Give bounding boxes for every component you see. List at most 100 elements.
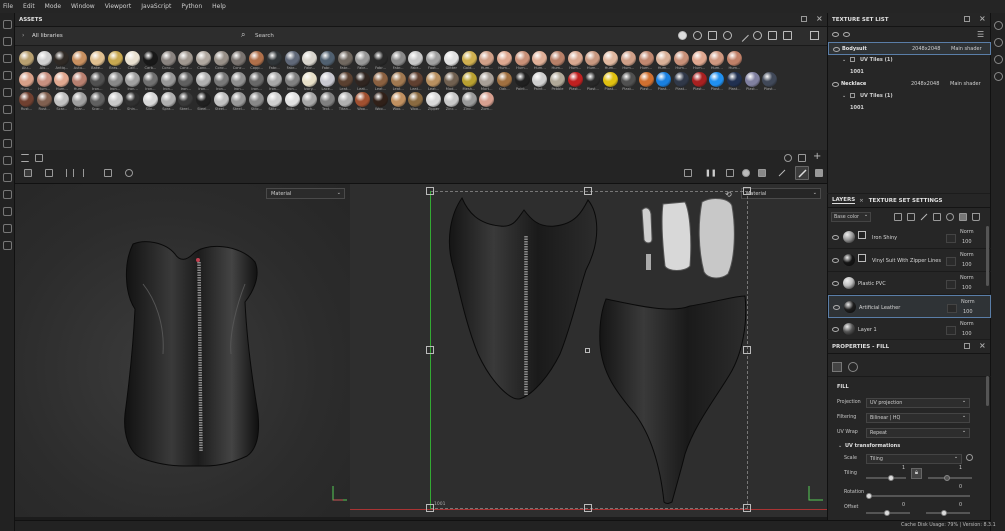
panel-toggle-icon[interactable] [35, 154, 43, 162]
asset-thumbnail[interactable] [727, 51, 742, 66]
eye-icon[interactable] [833, 47, 840, 52]
asset-thumbnail[interactable] [532, 51, 548, 66]
asset-thumbnail[interactable] [443, 51, 459, 66]
asset-thumbnail[interactable] [319, 71, 335, 87]
asset-thumbnail[interactable] [426, 51, 442, 66]
tiling-slider-knob[interactable] [888, 475, 894, 481]
asset-thumbnail[interactable] [231, 92, 247, 107]
asset-thumbnail[interactable] [249, 71, 265, 87]
layer-opacity[interactable]: 100 [962, 331, 972, 337]
asset-thumbnail[interactable] [284, 51, 300, 66]
polygon-fill-icon[interactable] [3, 139, 12, 148]
asset-thumbnail[interactable] [213, 71, 229, 87]
asset-thumbnail[interactable] [89, 51, 105, 66]
eraser-icon[interactable] [3, 37, 12, 46]
filter-textures-icon[interactable] [708, 31, 717, 40]
paint-brush-icon[interactable] [3, 20, 12, 29]
projection-icon[interactable] [3, 54, 12, 63]
layer-opacity[interactable]: 100 [962, 239, 972, 245]
mask-icon[interactable] [858, 254, 866, 262]
asset-thumbnail[interactable] [585, 71, 601, 87]
fill-layer-tab-icon[interactable] [848, 362, 858, 372]
camera-settings-icon[interactable] [815, 169, 823, 177]
asset-thumbnail[interactable] [196, 92, 211, 107]
asset-thumbnail[interactable] [355, 71, 371, 87]
grid-icon[interactable] [24, 169, 32, 177]
menu-item[interactable]: Help [212, 3, 226, 10]
library-selector[interactable]: All libraries [32, 33, 63, 39]
fill-material-tab-icon[interactable] [832, 362, 842, 372]
asset-thumbnail[interactable] [426, 92, 442, 107]
layer-item[interactable]: Plastic PVC Norm 100 [828, 272, 991, 295]
3d-viewport[interactable]: Material ⌄ [15, 184, 350, 517]
asset-thumbnail[interactable] [107, 71, 123, 87]
clone-icon[interactable] [3, 105, 12, 114]
asset-thumbnail[interactable] [603, 51, 619, 66]
asset-thumbnail[interactable] [691, 71, 707, 87]
asset-thumbnail[interactable] [355, 51, 371, 66]
delete-icon[interactable] [972, 213, 980, 221]
asset-thumbnail[interactable] [355, 92, 371, 107]
asset-thumbnail[interactable] [107, 51, 123, 66]
asset-thumbnail[interactable] [302, 92, 318, 107]
menu-item[interactable]: Viewport [105, 3, 132, 10]
menu-item[interactable]: JavaScript [141, 3, 171, 10]
grid-view-icon[interactable] [810, 31, 819, 40]
asset-thumbnail[interactable] [673, 71, 689, 87]
asset-thumbnail[interactable] [496, 71, 512, 87]
asset-thumbnail[interactable] [125, 51, 141, 66]
asset-thumbnail[interactable] [302, 71, 318, 87]
shelf-icon[interactable] [3, 173, 12, 182]
layer-mask-slot[interactable] [947, 304, 957, 313]
offset-slider-knob-2[interactable] [941, 510, 947, 516]
layer-opacity[interactable]: 100 [963, 309, 973, 315]
asset-thumbnail[interactable] [36, 71, 52, 87]
asset-thumbnail[interactable] [673, 51, 689, 66]
asset-thumbnail[interactable] [266, 92, 282, 107]
asset-thumbnail[interactable] [709, 51, 725, 66]
asset-thumbnail[interactable] [160, 51, 176, 66]
frame-icon[interactable] [104, 169, 112, 177]
undock-icon[interactable] [964, 343, 970, 349]
info-icon[interactable] [966, 454, 973, 461]
export-icon[interactable] [3, 190, 12, 199]
asset-thumbnail[interactable] [36, 51, 52, 66]
asset-thumbnail[interactable] [72, 71, 88, 87]
symmetry-icon[interactable] [66, 169, 74, 177]
asset-thumbnail[interactable] [196, 51, 211, 66]
texture-set-list-icon[interactable] [994, 21, 1003, 30]
chevron-down-icon[interactable]: ⌄ [838, 443, 842, 449]
screenshot-icon[interactable] [798, 154, 806, 162]
asset-thumbnail[interactable] [337, 92, 353, 107]
asset-thumbnail[interactable] [160, 92, 176, 107]
uv-icon[interactable] [83, 169, 91, 177]
asset-thumbnail[interactable] [19, 92, 34, 107]
close-icon[interactable]: × [979, 14, 986, 23]
asset-thumbnail[interactable] [213, 92, 229, 107]
asset-thumbnail[interactable] [160, 71, 176, 87]
add-effect-icon[interactable] [894, 213, 902, 221]
eye-icon[interactable] [833, 305, 840, 310]
asset-thumbnail[interactable] [762, 71, 778, 87]
display-settings-icon[interactable] [3, 224, 12, 233]
asset-thumbnail[interactable] [249, 51, 265, 66]
asset-thumbnail[interactable] [231, 51, 247, 66]
history-icon[interactable] [994, 55, 1003, 64]
asset-thumbnail[interactable] [196, 71, 211, 87]
pause-icon[interactable]: ❚❚ [705, 169, 717, 177]
asset-thumbnail[interactable] [390, 71, 406, 87]
scale-select[interactable]: Tiling ⌄ [866, 454, 962, 464]
asset-thumbnail[interactable] [479, 51, 495, 66]
eye-icon[interactable] [843, 32, 850, 37]
2d-viewport[interactable]: Material ⌄ 1001 ⟲ [350, 184, 827, 517]
asset-thumbnail[interactable] [656, 71, 672, 87]
asset-thumbnail[interactable] [19, 51, 34, 66]
blend-mode[interactable]: Norm [960, 275, 974, 281]
geometry-fill-icon[interactable] [3, 71, 12, 80]
menu-icon[interactable]: ☰ [977, 30, 984, 39]
asset-thumbnail[interactable] [479, 92, 495, 107]
asset-thumbnail[interactable] [319, 92, 335, 107]
tile-grid-icon[interactable] [45, 169, 53, 177]
asset-thumbnail[interactable] [514, 51, 530, 66]
tiling-slider-track[interactable] [866, 477, 906, 479]
